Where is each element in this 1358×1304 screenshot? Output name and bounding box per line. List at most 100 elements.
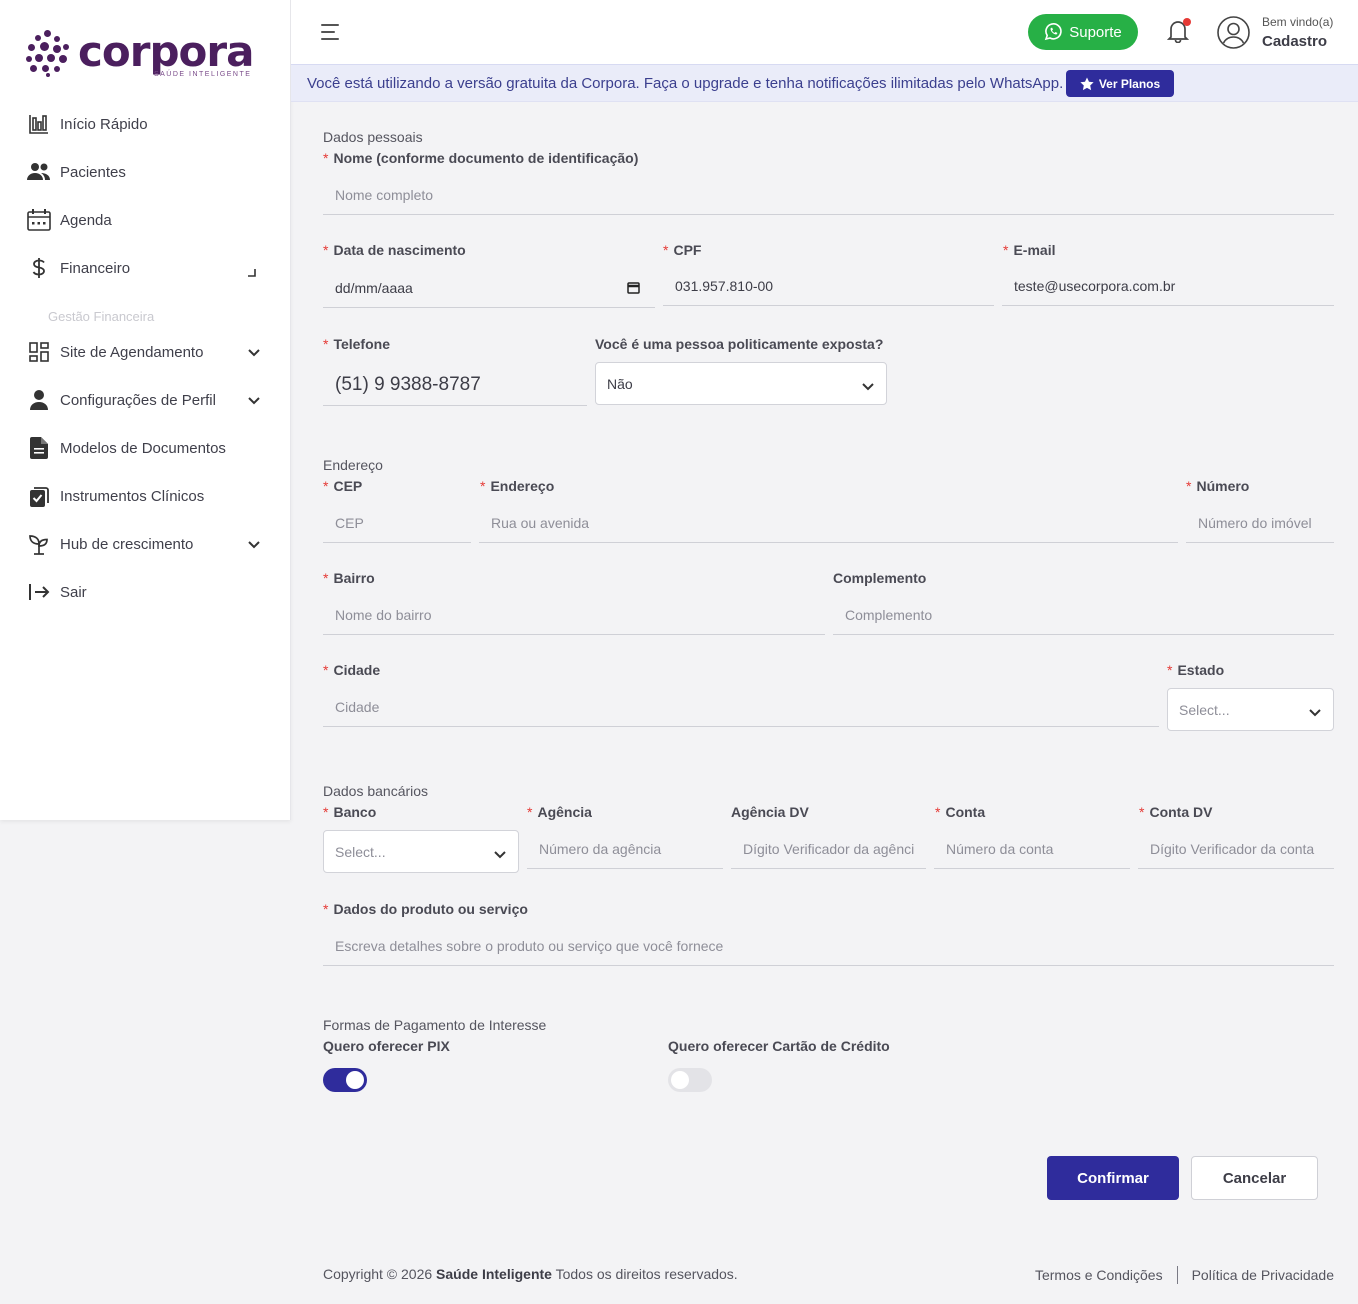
sidebar-item-label: Hub de crescimento bbox=[60, 535, 194, 553]
phone-label: * Telefone bbox=[323, 336, 390, 352]
sidebar: corpora SAÚDE INTELIGENTE Início Rápido … bbox=[0, 0, 291, 820]
whatsapp-icon bbox=[1044, 23, 1062, 41]
calendar-picker-icon[interactable] bbox=[627, 281, 640, 299]
state-selected-value: Select... bbox=[1179, 701, 1230, 718]
calendar-icon bbox=[26, 207, 52, 233]
cep-label: * CEP bbox=[323, 478, 363, 494]
sidebar-item-sair[interactable]: Sair bbox=[26, 577, 266, 607]
users-icon bbox=[26, 159, 52, 185]
credit-card-label: Quero oferecer Cartão de Crédito bbox=[668, 1038, 890, 1054]
sidebar-item-modelos-documentos[interactable]: Modelos de Documentos bbox=[26, 433, 266, 463]
terms-link[interactable]: Termos e Condições bbox=[1035, 1267, 1163, 1283]
account-dv-input[interactable] bbox=[1138, 829, 1334, 869]
cpf-input[interactable] bbox=[663, 266, 994, 306]
corner-arrow-icon bbox=[248, 264, 256, 282]
logout-icon bbox=[26, 579, 52, 605]
account-label: * Conta bbox=[935, 804, 986, 820]
city-label: * Cidade bbox=[323, 662, 381, 678]
city-input[interactable] bbox=[323, 687, 1159, 727]
chevron-down-icon bbox=[248, 392, 260, 410]
sidebar-item-agenda[interactable]: Agenda bbox=[26, 205, 266, 235]
top-header: Suporte Bem vindo(a) Cadastro bbox=[291, 0, 1358, 64]
sidebar-item-inicio-rapido[interactable]: Início Rápido bbox=[26, 109, 266, 139]
logo-mark-icon bbox=[26, 28, 70, 77]
corpora-logo[interactable]: corpora SAÚDE INTELIGENTE bbox=[26, 28, 254, 78]
footer-divider bbox=[1176, 1266, 1178, 1284]
sidebar-item-instrumentos-clinicos[interactable]: Instrumentos Clínicos bbox=[26, 481, 266, 511]
state-label: * Estado bbox=[1167, 662, 1225, 678]
street-input[interactable] bbox=[479, 503, 1178, 543]
user-name[interactable]: Cadastro bbox=[1262, 33, 1327, 50]
sidebar-item-label: Configurações de Perfil bbox=[60, 391, 216, 409]
view-plans-label: Ver Planos bbox=[1098, 76, 1161, 91]
agency-input[interactable] bbox=[527, 829, 723, 869]
cep-input[interactable] bbox=[323, 503, 471, 543]
district-input[interactable] bbox=[323, 595, 825, 635]
upgrade-banner: Você está utilizando a versão gratuita d… bbox=[291, 64, 1358, 102]
number-label: * Número bbox=[1186, 478, 1250, 494]
sidebar-item-label: Instrumentos Clínicos bbox=[60, 487, 205, 505]
agency-label: * Agência bbox=[527, 804, 592, 820]
view-plans-button[interactable]: Ver Planos bbox=[1066, 70, 1174, 97]
state-select[interactable]: Select... bbox=[1167, 688, 1334, 731]
pix-toggle[interactable] bbox=[323, 1068, 367, 1092]
product-input[interactable] bbox=[323, 926, 1334, 966]
sidebar-item-label: Financeiro bbox=[60, 259, 131, 277]
chevron-down-icon bbox=[248, 536, 260, 554]
section-payment: Formas de Pagamento de Interesse bbox=[323, 1017, 547, 1033]
email-input[interactable] bbox=[1002, 266, 1334, 306]
sidebar-item-financeiro[interactable]: Financeiro bbox=[26, 253, 266, 283]
email-label: * E-mail bbox=[1003, 242, 1056, 258]
complement-label: Complemento bbox=[833, 570, 927, 586]
section-personal-data: Dados pessoais bbox=[323, 129, 423, 145]
name-label: * Nome (conforme documento de identificaç… bbox=[323, 150, 639, 166]
cancel-button[interactable]: Cancelar bbox=[1191, 1156, 1318, 1200]
name-input[interactable] bbox=[323, 175, 1334, 215]
sidebar-item-site-agendamento[interactable]: Site de Agendamento bbox=[26, 337, 266, 367]
credit-card-toggle[interactable] bbox=[668, 1068, 712, 1092]
sidebar-item-configuracoes-perfil[interactable]: Configurações de Perfil bbox=[26, 385, 266, 415]
clipboard-icon bbox=[26, 483, 52, 509]
account-input[interactable] bbox=[934, 829, 1130, 869]
sidebar-item-label: Site de Agendamento bbox=[60, 343, 204, 361]
birth-date-input[interactable]: dd/mm/aaaa bbox=[323, 268, 655, 308]
logo-tagline: SAÚDE INTELIGENTE bbox=[153, 71, 252, 78]
bank-selected-value: Select... bbox=[335, 843, 386, 860]
cpf-label: * CPF bbox=[663, 242, 702, 258]
chevron-down-icon bbox=[248, 344, 260, 362]
notification-dot bbox=[1183, 18, 1191, 26]
avatar[interactable] bbox=[1217, 16, 1250, 49]
pep-label: Você é uma pessoa politicamente exposta? bbox=[595, 336, 884, 352]
sidebar-item-label: Pacientes bbox=[60, 163, 126, 181]
pep-select[interactable]: Não bbox=[595, 362, 887, 405]
complement-input[interactable] bbox=[833, 595, 1334, 635]
grid-icon bbox=[26, 339, 52, 365]
agency-dv-label: Agência DV bbox=[731, 804, 809, 820]
pix-label: Quero oferecer PIX bbox=[323, 1038, 450, 1054]
menu-toggle-icon[interactable] bbox=[321, 24, 341, 40]
agency-dv-input[interactable] bbox=[731, 829, 926, 869]
sidebar-item-pacientes[interactable]: Pacientes bbox=[26, 157, 266, 187]
sidebar-item-label: Sair bbox=[60, 583, 87, 601]
privacy-link[interactable]: Política de Privacidade bbox=[1192, 1267, 1334, 1283]
district-label: * Bairro bbox=[323, 570, 375, 586]
dollar-icon bbox=[26, 255, 52, 281]
chevron-down-icon bbox=[862, 378, 874, 394]
sidebar-item-label: Agenda bbox=[60, 211, 112, 229]
chevron-down-icon bbox=[1309, 704, 1321, 720]
footer-copyright: Copyright © 2026 Saúde Inteligente Todos… bbox=[323, 1266, 738, 1282]
sidebar-subitem-gestao-financeira[interactable]: Gestão Financeira bbox=[48, 309, 154, 324]
banner-text: Você está utilizando a versão gratuita d… bbox=[307, 75, 1064, 92]
bank-select[interactable]: Select... bbox=[323, 830, 519, 873]
chevron-down-icon bbox=[494, 846, 506, 862]
section-address: Endereço bbox=[323, 457, 383, 473]
support-button[interactable]: Suporte bbox=[1028, 14, 1138, 50]
confirm-button[interactable]: Confirmar bbox=[1047, 1156, 1179, 1200]
bar-chart-icon bbox=[26, 111, 52, 137]
notifications-bell-icon[interactable] bbox=[1166, 18, 1191, 45]
sidebar-item-label: Início Rápido bbox=[60, 115, 148, 133]
phone-input[interactable] bbox=[323, 364, 587, 406]
sidebar-item-hub-crescimento[interactable]: Hub de crescimento bbox=[26, 529, 266, 559]
welcome-text: Bem vindo(a) bbox=[1262, 15, 1334, 29]
number-input[interactable] bbox=[1186, 503, 1334, 543]
